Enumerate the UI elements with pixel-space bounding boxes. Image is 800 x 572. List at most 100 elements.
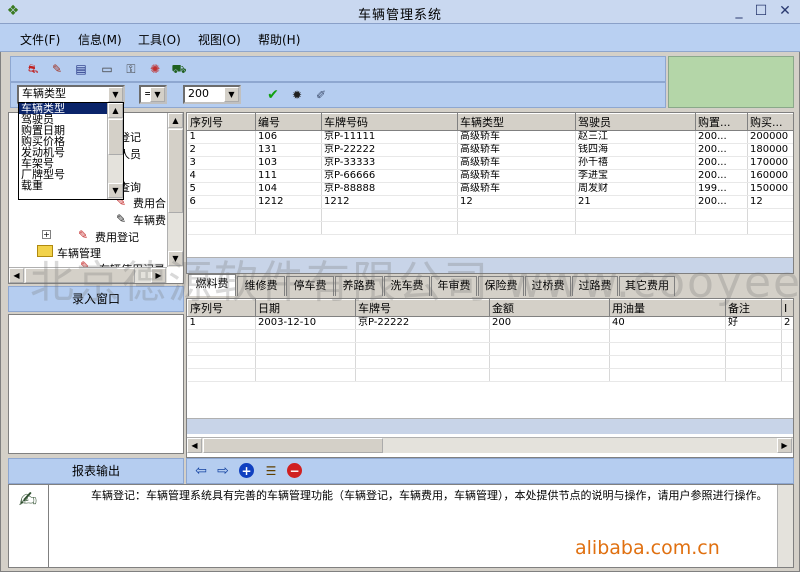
table-cell[interactable]: 12 xyxy=(457,195,576,209)
scroll-right-icon[interactable]: ▶ xyxy=(777,438,792,453)
scroll-up-icon[interactable]: ▲ xyxy=(168,113,183,128)
table-cell[interactable]: 106 xyxy=(255,130,322,144)
table-cell[interactable]: 2 xyxy=(781,316,793,330)
table-cell[interactable]: 1212 xyxy=(321,195,458,209)
expand-icon[interactable]: + xyxy=(42,230,51,239)
minimize-icon[interactable]: _ xyxy=(730,3,748,21)
menu-help[interactable]: 帮助(H) xyxy=(258,31,300,48)
list-icon[interactable]: ☰ xyxy=(263,463,279,479)
table-cell[interactable]: 3 xyxy=(187,156,256,170)
table-cell[interactable]: 2003-12-10 xyxy=(255,316,356,330)
table-cell[interactable]: 高级轿车 xyxy=(457,143,576,157)
dropdown-vscroll[interactable]: ▲ ▼ xyxy=(107,103,123,199)
table-cell[interactable]: 4 xyxy=(187,169,256,183)
table-cell[interactable]: 京P-11111 xyxy=(321,130,458,144)
table-cell[interactable]: 40 xyxy=(609,316,726,330)
table-cell[interactable]: 高级轿车 xyxy=(457,130,576,144)
table-row[interactable]: 5 104 京P-88888 高级轿车 周发财 199... 150000 xyxy=(187,182,793,196)
table-cell[interactable]: 京P-88888 xyxy=(321,182,458,196)
table-cell[interactable]: 孙千禧 xyxy=(575,156,696,170)
table-row[interactable]: 1 106 京P-11111 高级轿车 赵三江 200... 200000 xyxy=(187,130,793,144)
table-cell[interactable]: 京P-22222 xyxy=(321,143,458,157)
column-header[interactable]: 车牌号码 xyxy=(321,113,458,131)
scroll-thumb[interactable] xyxy=(168,129,183,213)
column-header[interactable]: 编号 xyxy=(255,113,322,131)
table-cell[interactable]: 150000 xyxy=(747,182,793,196)
table-cell[interactable]: 京P-33333 xyxy=(321,156,458,170)
table-cell[interactable]: 180000 xyxy=(747,143,793,157)
table-cell[interactable]: 高级轿车 xyxy=(457,169,576,183)
table-cell[interactable]: 京P-22222 xyxy=(355,316,490,330)
menu-view[interactable]: 视图(O) xyxy=(198,31,241,48)
info-vscroll[interactable] xyxy=(777,485,793,567)
table-cell[interactable]: 1 xyxy=(187,130,256,144)
column-header[interactable]: 购置... xyxy=(695,113,748,131)
column-header[interactable]: 序列号 xyxy=(187,113,256,131)
menu-file[interactable]: 文件(F) xyxy=(20,31,60,48)
table-row[interactable]: 4 111 京P-66666 高级轿车 李进宝 200... 160000 xyxy=(187,169,793,183)
table-cell[interactable]: 111 xyxy=(255,169,322,183)
chevron-down-icon[interactable]: ▼ xyxy=(108,87,123,102)
scroll-left-icon[interactable]: ◀ xyxy=(187,438,202,453)
table-cell[interactable]: 赵三江 xyxy=(575,130,696,144)
table-cell[interactable]: 李进宝 xyxy=(575,169,696,183)
menu-info[interactable]: 信息(M) xyxy=(78,31,122,48)
table-cell[interactable]: 200 xyxy=(489,316,610,330)
table-cell[interactable]: 高级轿车 xyxy=(457,156,576,170)
table-cell[interactable]: 104 xyxy=(255,182,322,196)
table-cell[interactable]: 2 xyxy=(187,143,256,157)
table-cell[interactable]: 京P-66666 xyxy=(321,169,458,183)
table-cell[interactable]: 5 xyxy=(187,182,256,196)
scroll-down-icon[interactable]: ▼ xyxy=(108,183,123,198)
chevron-down-icon[interactable]: ▼ xyxy=(150,87,165,102)
scroll-up-icon[interactable]: ▲ xyxy=(108,103,123,118)
table-cell[interactable]: 12 xyxy=(747,195,793,209)
add-icon[interactable]: + xyxy=(239,463,254,478)
scroll-thumb[interactable] xyxy=(203,438,383,453)
print-icon[interactable]: ▤ xyxy=(73,61,89,77)
column-header[interactable]: 车辆类型 xyxy=(457,113,576,131)
scroll-left-icon[interactable]: ◀ xyxy=(9,268,24,283)
table-row[interactable]: 2 131 京P-22222 高级轿车 钱四海 200... 180000 xyxy=(187,143,793,157)
table-cell[interactable]: 170000 xyxy=(747,156,793,170)
fee-grid-hscroll[interactable]: ◀ ▶ xyxy=(187,437,793,453)
table-cell[interactable]: 21 xyxy=(575,195,696,209)
table-cell[interactable]: 周发财 xyxy=(575,182,696,196)
fire-icon[interactable]: ✺ xyxy=(147,61,163,77)
tree-vscroll[interactable]: ▲ ▼ xyxy=(167,113,183,267)
table-cell[interactable]: 200... xyxy=(695,143,748,157)
table-cell[interactable]: 200000 xyxy=(747,130,793,144)
operator-select[interactable]: = ▼ xyxy=(139,85,167,104)
table-cell[interactable]: 1 xyxy=(187,316,256,330)
table-row[interactable]: 1 2003-12-10 京P-22222 200 40 好 2 xyxy=(187,316,793,330)
card-icon[interactable]: ▭ xyxy=(99,61,115,77)
table-cell[interactable]: 200... xyxy=(695,130,748,144)
tree-item[interactable]: 车辆费 xyxy=(133,212,166,228)
table-cell[interactable]: 1212 xyxy=(255,195,322,209)
clear-icon[interactable]: ✐ xyxy=(313,87,329,103)
tree-item[interactable]: 费用合 xyxy=(133,195,166,211)
table-cell[interactable]: 钱四海 xyxy=(575,143,696,157)
report-output-header[interactable]: 报表输出 xyxy=(8,458,184,484)
tree-item[interactable]: 费用登记 xyxy=(95,229,139,245)
table-row[interactable]: 3 103 京P-33333 高级轿车 孙千禧 200... 170000 xyxy=(187,156,793,170)
search-bug-icon[interactable]: ✹ xyxy=(289,87,305,103)
table-cell[interactable]: 好 xyxy=(725,316,782,330)
delete-icon[interactable]: − xyxy=(287,463,302,478)
table-cell[interactable]: 6 xyxy=(187,195,256,209)
maximize-icon[interactable]: ☐ xyxy=(752,3,770,21)
value-select[interactable]: 200 ▼ xyxy=(183,85,241,104)
close-icon[interactable]: ✕ xyxy=(776,3,794,21)
menu-tools[interactable]: 工具(O) xyxy=(138,31,181,48)
table-cell[interactable]: 200... xyxy=(695,195,748,209)
car-icon[interactable]: ⛐ xyxy=(25,61,41,77)
next-arrow-icon[interactable]: ⇨ xyxy=(215,463,231,479)
edit-icon[interactable]: ✎ xyxy=(49,61,65,77)
scroll-thumb[interactable] xyxy=(108,119,123,155)
chevron-down-icon[interactable]: ▼ xyxy=(224,87,239,102)
check-icon[interactable]: ✔ xyxy=(265,87,281,103)
table-cell[interactable]: 200... xyxy=(695,156,748,170)
prev-arrow-icon[interactable]: ⇦ xyxy=(193,463,209,479)
table-cell[interactable]: 103 xyxy=(255,156,322,170)
truck-icon[interactable]: ⛟ xyxy=(171,61,187,77)
